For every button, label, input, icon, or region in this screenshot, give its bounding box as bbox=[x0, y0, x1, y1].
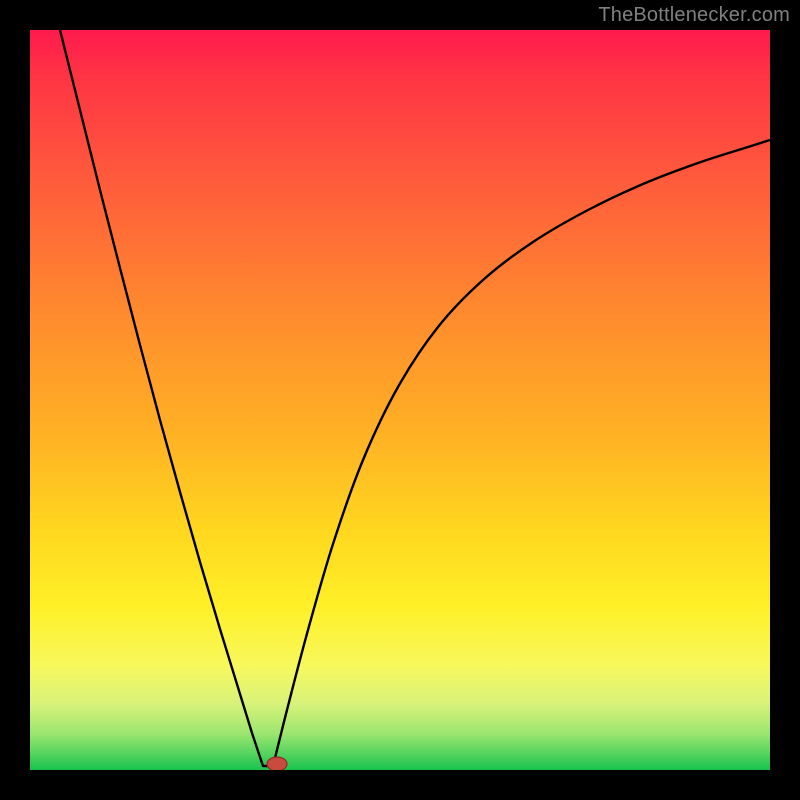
chart-frame: TheBottlenecker.com bbox=[0, 0, 800, 800]
curve-left-branch bbox=[60, 30, 273, 766]
plot-svg bbox=[30, 30, 770, 770]
curve-right-branch bbox=[273, 140, 770, 766]
minimum-marker bbox=[267, 757, 287, 770]
attribution-label: TheBottlenecker.com bbox=[598, 4, 790, 27]
plot-area bbox=[30, 30, 770, 770]
